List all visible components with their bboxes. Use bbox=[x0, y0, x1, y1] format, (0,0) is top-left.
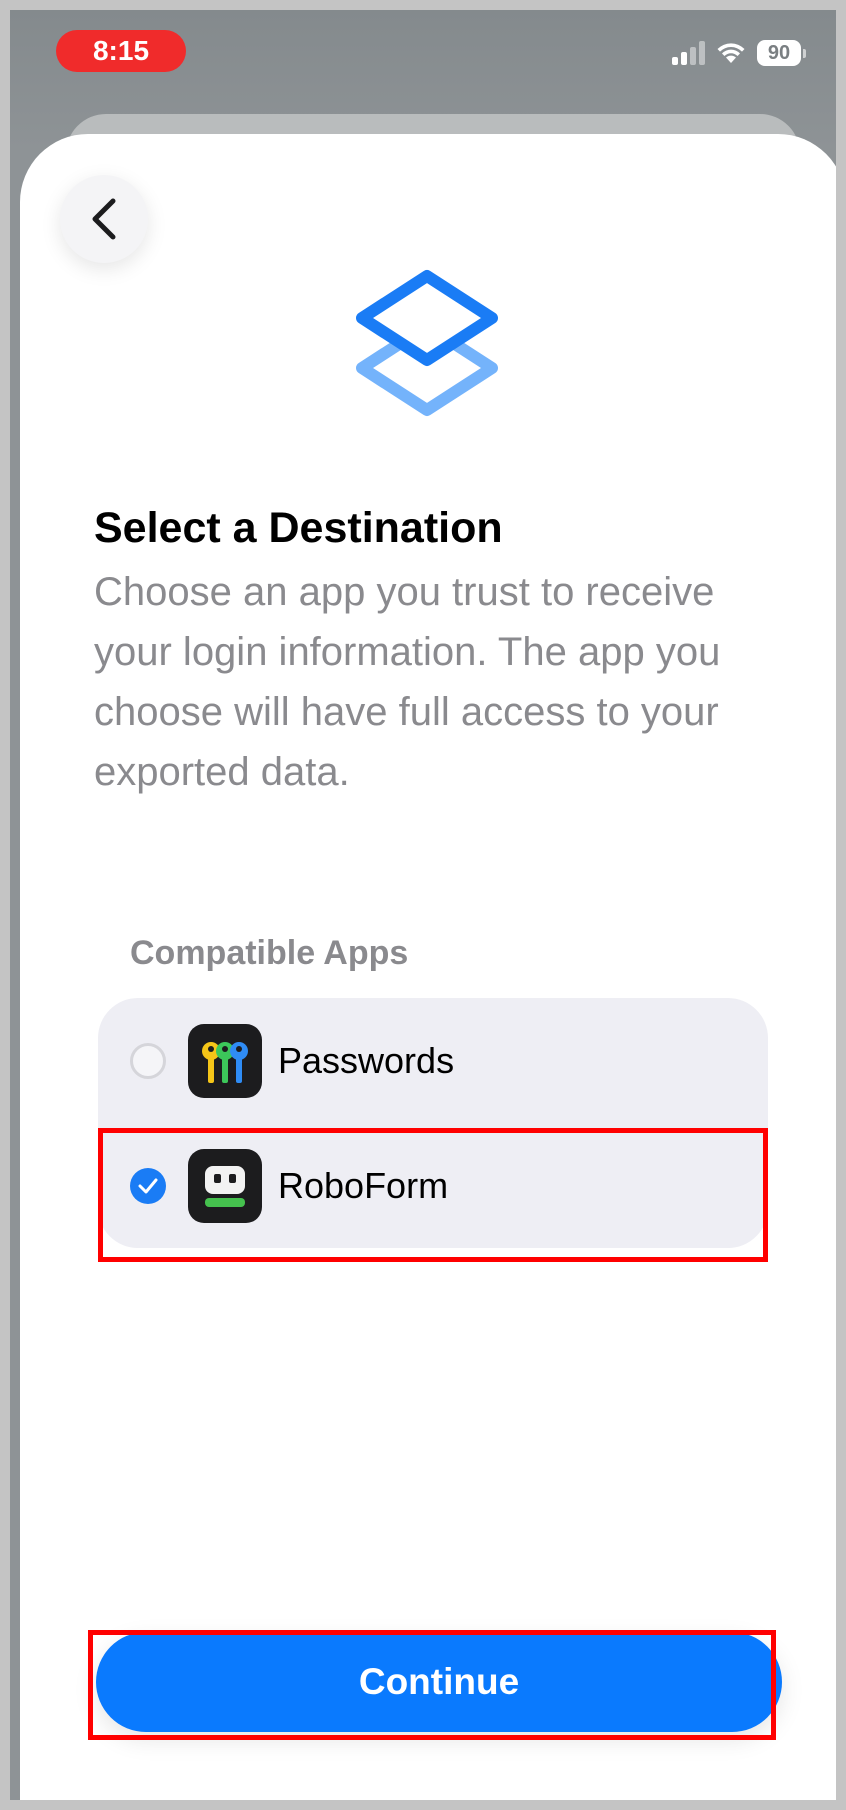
app-list: Passwords RoboForm bbox=[98, 998, 768, 1248]
status-indicators: 90 bbox=[672, 40, 806, 66]
passwords-keys-icon bbox=[188, 1023, 262, 1098]
checkmark-icon bbox=[138, 1178, 158, 1193]
battery-indicator: 90 bbox=[757, 40, 806, 66]
section-label: Compatible Apps bbox=[130, 934, 409, 972]
radio-selected-icon[interactable] bbox=[130, 1167, 166, 1204]
screen-frame: 8:15 90 Select a Destination Choose an a… bbox=[0, 0, 846, 1810]
app-option-passwords[interactable]: Passwords bbox=[98, 998, 768, 1123]
chevron-left-icon bbox=[92, 198, 116, 240]
app-name-passwords: Passwords bbox=[278, 1039, 455, 1081]
page-description: Choose an app you trust to receive your … bbox=[94, 570, 721, 794]
destination-sheet: Select a Destination Choose an app you t… bbox=[20, 134, 836, 1800]
app-name-roboform: RoboForm bbox=[278, 1164, 449, 1206]
back-button[interactable] bbox=[60, 175, 148, 263]
battery-tip bbox=[803, 48, 806, 58]
stacked-layers-icon bbox=[356, 270, 498, 416]
wifi-icon bbox=[717, 43, 745, 63]
page-title: Select a Destination bbox=[94, 504, 503, 552]
status-time: 8:15 bbox=[56, 30, 186, 72]
radio-unselected-icon[interactable] bbox=[130, 1042, 166, 1079]
continue-button[interactable]: Continue bbox=[96, 1632, 782, 1732]
app-option-roboform[interactable]: RoboForm bbox=[98, 1123, 768, 1248]
battery-level: 90 bbox=[757, 40, 801, 66]
roboform-icon bbox=[188, 1148, 262, 1223]
cellular-signal-icon bbox=[672, 41, 705, 65]
